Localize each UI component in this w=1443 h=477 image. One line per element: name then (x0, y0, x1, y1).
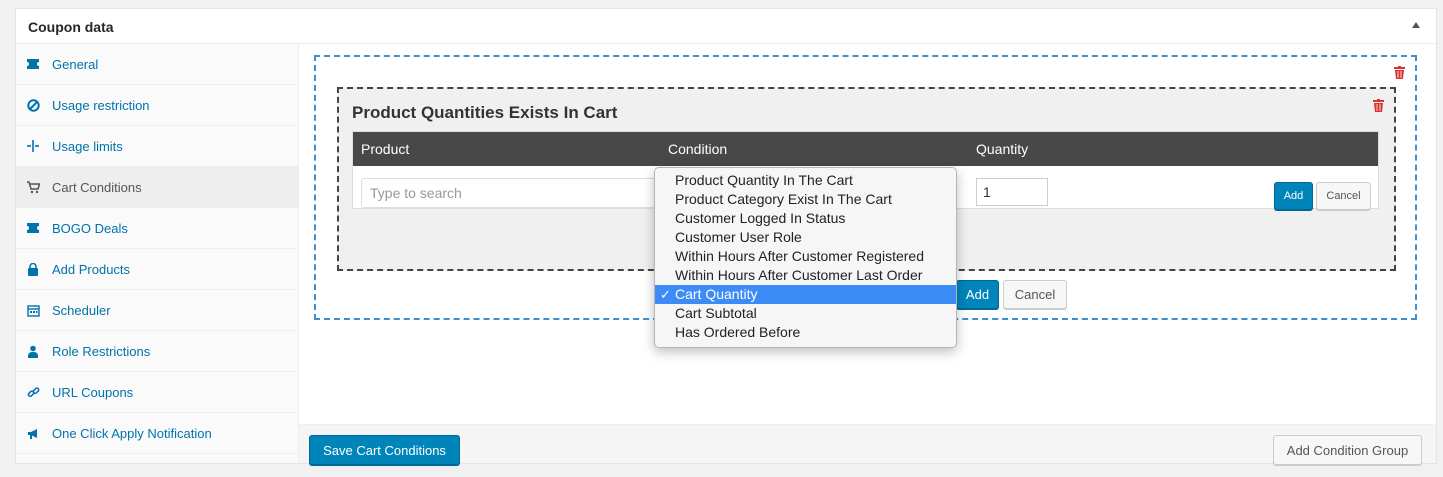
product-search-input[interactable] (361, 178, 661, 208)
megaphone-icon (26, 426, 40, 440)
delete-group-trash-icon[interactable] (1394, 66, 1405, 79)
sidebar-item-label: Usage restriction (52, 97, 150, 113)
sidebar-item-label: BOGO Deals (52, 220, 128, 236)
sidebar-item-url-coupons[interactable]: URL Coupons (16, 372, 299, 413)
collapse-arrow-icon[interactable] (1412, 22, 1420, 28)
delete-condition-trash-icon[interactable] (1373, 99, 1384, 112)
sidebar-item-bogo-deals[interactable]: BOGO Deals (16, 208, 299, 249)
link-icon (26, 385, 40, 399)
footer-bar: Save Cart Conditions Add Condition Group (299, 424, 1436, 465)
sidebar-item-one-click-apply-notification[interactable]: One Click Apply Notification (16, 413, 299, 454)
bag-icon (26, 262, 40, 276)
sidebar-item-role-restrictions[interactable]: Role Restrictions (16, 331, 299, 372)
quantity-input[interactable] (976, 178, 1048, 206)
sidebar-item-general[interactable]: General (16, 44, 299, 85)
dropdown-option[interactable]: Product Category Exist In The Cart (655, 190, 956, 209)
dropdown-option[interactable]: Product Quantity In The Cart (655, 171, 956, 190)
sidebar-item-usage-restriction[interactable]: Usage restriction (16, 85, 299, 126)
sidebar-item-label: Add Products (52, 261, 131, 277)
add-condition-button[interactable]: Add (956, 280, 999, 309)
column-header-product: Product (361, 141, 410, 157)
add-product-button[interactable]: Add (1274, 182, 1313, 210)
condition-type-dropdown[interactable]: Product Quantity In The Cart Product Cat… (654, 167, 957, 348)
checkmark-icon: ✓ (660, 287, 671, 302)
sidebar-item-label: One Click Apply Notification (52, 425, 212, 441)
sidebar-item-add-products[interactable]: Add Products (16, 249, 299, 290)
dropdown-option[interactable]: Customer Logged In Status (655, 209, 956, 228)
add-condition-group-button[interactable]: Add Condition Group (1273, 435, 1422, 465)
dropdown-option-selected[interactable]: ✓ Cart Quantity (655, 285, 956, 304)
sidebar: General Usage restriction Usage limits C… (16, 44, 299, 463)
column-header-condition: Condition (668, 141, 728, 157)
dropdown-option[interactable]: Within Hours After Customer Last Order (655, 266, 956, 285)
dropdown-option[interactable]: Has Ordered Before (655, 323, 956, 342)
panel-header[interactable]: Coupon data (16, 9, 1436, 44)
block-icon (26, 98, 40, 112)
cancel-condition-button[interactable]: Cancel (1003, 280, 1067, 309)
dropdown-option[interactable]: Cart Subtotal (655, 304, 956, 323)
sidebar-item-label: General (52, 56, 99, 72)
sidebar-item-label: URL Coupons (52, 384, 134, 400)
column-header-quantity: Quantity (976, 141, 1029, 157)
calendar-icon (26, 303, 40, 317)
panel-title: Coupon data (28, 19, 114, 35)
ticket-icon (26, 221, 40, 235)
sidebar-item-label: Scheduler (52, 302, 111, 318)
sidebar-item-label: Cart Conditions (52, 179, 142, 195)
table-header: Product Condition Quantity (353, 132, 1378, 166)
dropdown-option[interactable]: Within Hours After Customer Registered (655, 247, 956, 266)
ticket-icon (26, 57, 40, 71)
sidebar-item-scheduler[interactable]: Scheduler (16, 290, 299, 331)
dropdown-option[interactable]: Customer User Role (655, 228, 956, 247)
limits-icon (26, 139, 40, 153)
cancel-product-button[interactable]: Cancel (1316, 182, 1371, 210)
sidebar-item-cart-conditions[interactable]: Cart Conditions (16, 167, 299, 208)
condition-title: Product Quantities Exists In Cart (352, 103, 618, 122)
cart-icon (26, 180, 40, 194)
sidebar-item-label: Usage limits (52, 138, 123, 154)
save-cart-conditions-button[interactable]: Save Cart Conditions (309, 435, 460, 465)
user-icon (26, 344, 40, 358)
sidebar-item-label: Role Restrictions (52, 343, 151, 359)
sidebar-item-usage-limits[interactable]: Usage limits (16, 126, 299, 167)
